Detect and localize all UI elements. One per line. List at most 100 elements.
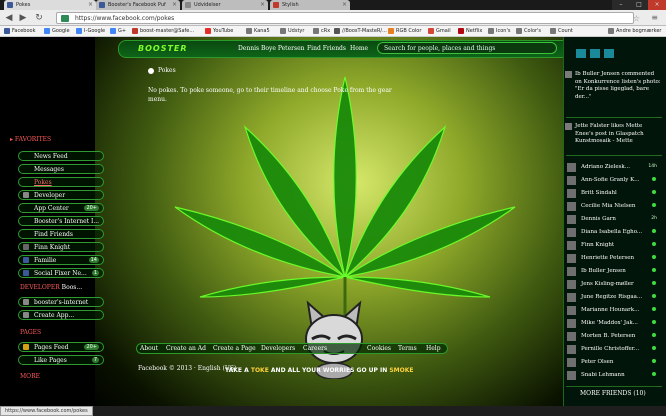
favorites-header[interactable]: ▸ FAVORITES [10, 136, 51, 143]
folder-icon [608, 28, 614, 34]
footer-link-cookies[interactable]: Cookies [367, 345, 391, 352]
tab-pokes[interactable]: Pokes × [4, 0, 96, 10]
chat-friend[interactable]: Diana Isabella Egho... [567, 227, 659, 240]
footer-link-help[interactable]: Help [426, 345, 441, 352]
chat-friend[interactable]: Jens Kisling-møller [567, 279, 659, 292]
friend-requests-icon[interactable] [576, 49, 586, 58]
footer-link-create-ad[interactable]: Create an Ad [166, 345, 206, 352]
friend-name: Mike 'Maddox' Jak... [581, 320, 638, 326]
forward-arrow-icon[interactable]: ▶ [18, 13, 28, 23]
menu-wrench-icon[interactable]: ≡ [651, 13, 658, 22]
footer-link-create-page[interactable]: Create a Page [213, 345, 256, 352]
pages-header[interactable]: PAGES [20, 329, 41, 336]
footer-link-careers[interactable]: Careers [303, 345, 327, 352]
bookmark-item[interactable]: cRx [313, 28, 330, 34]
bookmark-item[interactable]: Google [44, 28, 70, 34]
tab-udvidelser[interactable]: Udvidelser × [182, 0, 268, 10]
logo[interactable]: BOOSTER [138, 44, 188, 53]
sidebar-item-like-pages[interactable]: Like Pages 7 [18, 355, 104, 365]
chat-friend[interactable]: Morten B. Petersen [567, 331, 659, 344]
avatar [567, 254, 576, 263]
chat-friend[interactable]: Cecilie Mia Nielsen [567, 201, 659, 214]
sidebar-item-finn-knight[interactable]: Finn Knight [18, 242, 104, 252]
chat-friend[interactable]: Adriano Zielesk... 14h [567, 162, 659, 175]
sidebar-item-pokes[interactable]: Pokes [18, 177, 104, 187]
bookmark-star-icon[interactable]: ☆ [633, 14, 640, 23]
chat-friend[interactable]: Snabi Lehmann [567, 370, 659, 383]
sidebar-item-developer[interactable]: Developer [18, 190, 104, 200]
sidebar-item-app-center[interactable]: App Center 20+ [18, 203, 104, 213]
chat-friend[interactable]: Britt Sindahl [567, 188, 659, 201]
bookmark-item[interactable]: Netflix [458, 28, 482, 34]
sidebar-item-create-app[interactable]: Create App... [18, 310, 104, 320]
chat-friend[interactable]: Pernille Christoffer... [567, 344, 659, 357]
sidebar-item-find-friends[interactable]: Find Friends [18, 229, 104, 239]
close-tab-icon[interactable]: × [172, 1, 177, 8]
bookmark-item[interactable]: Gmail [428, 28, 451, 34]
home-link[interactable]: Home [350, 45, 368, 52]
close-tab-icon[interactable]: × [88, 1, 93, 8]
tab-stylish[interactable]: Stylish × [270, 0, 350, 10]
bookmark-item[interactable]: //BoosT-MasteR/... [334, 28, 387, 34]
friend-name: Pernille Christoffer... [581, 346, 640, 352]
chat-friend[interactable]: Marianne Hounark... [567, 305, 659, 318]
bookmark-item[interactable]: Facebook [4, 28, 36, 34]
sidebar-item-pages-feed[interactable]: Pages Feed 20+ [18, 342, 104, 352]
messages-icon[interactable] [590, 49, 600, 58]
friend-name: June Regitze Risgaa... [581, 294, 643, 300]
sidebar-item-familie[interactable]: Familie 14 [18, 255, 104, 265]
sidebar-item-messages[interactable]: Messages [18, 164, 104, 174]
developer-header[interactable]: DEVELOPER Boos... [20, 284, 82, 291]
bookmark-item[interactable]: YouTube [205, 28, 233, 34]
bookmark-item[interactable]: boost-master@Safe... [132, 28, 194, 34]
chat-friend[interactable]: Peter Olsen [567, 357, 659, 370]
bookmark-item[interactable]: Andre bogmærker [608, 28, 661, 34]
online-status-icon [652, 242, 656, 246]
ticker-story[interactable]: Jette Falster likes Mette Enee's post in… [565, 123, 661, 146]
footer-link-developers[interactable]: Developers [261, 345, 295, 352]
maximize-icon[interactable]: □ [630, 0, 648, 10]
bookmark-item[interactable]: Udstyr [280, 28, 304, 34]
close-window-icon[interactable]: × [648, 0, 666, 10]
minimize-icon[interactable]: – [612, 0, 630, 10]
chat-friend[interactable]: Henriette Petersen [567, 253, 659, 266]
sidebar-more-link[interactable]: MORE [20, 373, 40, 380]
chat-friend[interactable]: Ann-Sofie Granly K... [567, 175, 659, 188]
online-status-icon [652, 294, 656, 298]
find-friends-link[interactable]: Find Friends [307, 45, 346, 52]
bookmark-item[interactable]: RGB Color [388, 28, 421, 34]
bookmark-item[interactable]: Count [550, 28, 573, 34]
chat-friend[interactable]: Ib Buller Jensen [567, 266, 659, 279]
bookmark-label: I-Google [84, 28, 106, 34]
sidebar-item-boosters-internet[interactable]: Booster's Internet I... [18, 216, 104, 226]
footer-link-about[interactable]: About [140, 345, 158, 352]
url-input[interactable]: https://www.facebook.com/pokes [56, 12, 634, 24]
chat-friend[interactable]: Mike 'Maddox' Jak... [567, 318, 659, 331]
close-tab-icon[interactable]: × [342, 1, 347, 8]
ticker-story[interactable]: Ib Buller Jensen commented on Konkurrenc… [565, 71, 661, 101]
sidebar-item-news-feed[interactable]: News Feed [18, 151, 104, 161]
bookmark-item[interactable]: Color's [516, 28, 541, 34]
bookmark-item[interactable]: I-Google [76, 28, 105, 34]
chat-friend[interactable]: Finn Knight [567, 240, 659, 253]
sidebar-item-boosters-internet-app[interactable]: booster's-internet [18, 297, 104, 307]
search-input[interactable]: Search for people, places and things [377, 42, 557, 54]
notifications-icon[interactable] [604, 49, 614, 58]
reload-icon[interactable]: ↻ [34, 13, 44, 23]
sidebar-item-label: Familie [34, 257, 57, 264]
gear-icon [23, 312, 29, 318]
lock-icon [61, 15, 69, 22]
profile-link[interactable]: Dennis Boye Petersen [238, 45, 305, 52]
bookmark-item[interactable]: Icon's [488, 28, 510, 34]
footer-link-terms[interactable]: Terms [398, 345, 417, 352]
more-friends-link[interactable]: MORE FRIENDS (10) [580, 390, 646, 397]
sidebar-item-social-fixer[interactable]: Social Fixer Ne... 1 [18, 268, 104, 278]
back-arrow-icon[interactable]: ◀ [4, 13, 14, 23]
chat-friend[interactable]: June Regitze Risgaa... [567, 292, 659, 305]
chat-friend[interactable]: Dennis Garn 2h [567, 214, 659, 227]
close-tab-icon[interactable]: × [260, 1, 265, 8]
bookmark-label: Color's [524, 28, 542, 34]
bookmark-item[interactable]: G+ [110, 28, 126, 34]
bookmark-item[interactable]: Kana5 [246, 28, 270, 34]
tab-booster-facebook[interactable]: Booster's Facebook Puf × [96, 0, 180, 10]
